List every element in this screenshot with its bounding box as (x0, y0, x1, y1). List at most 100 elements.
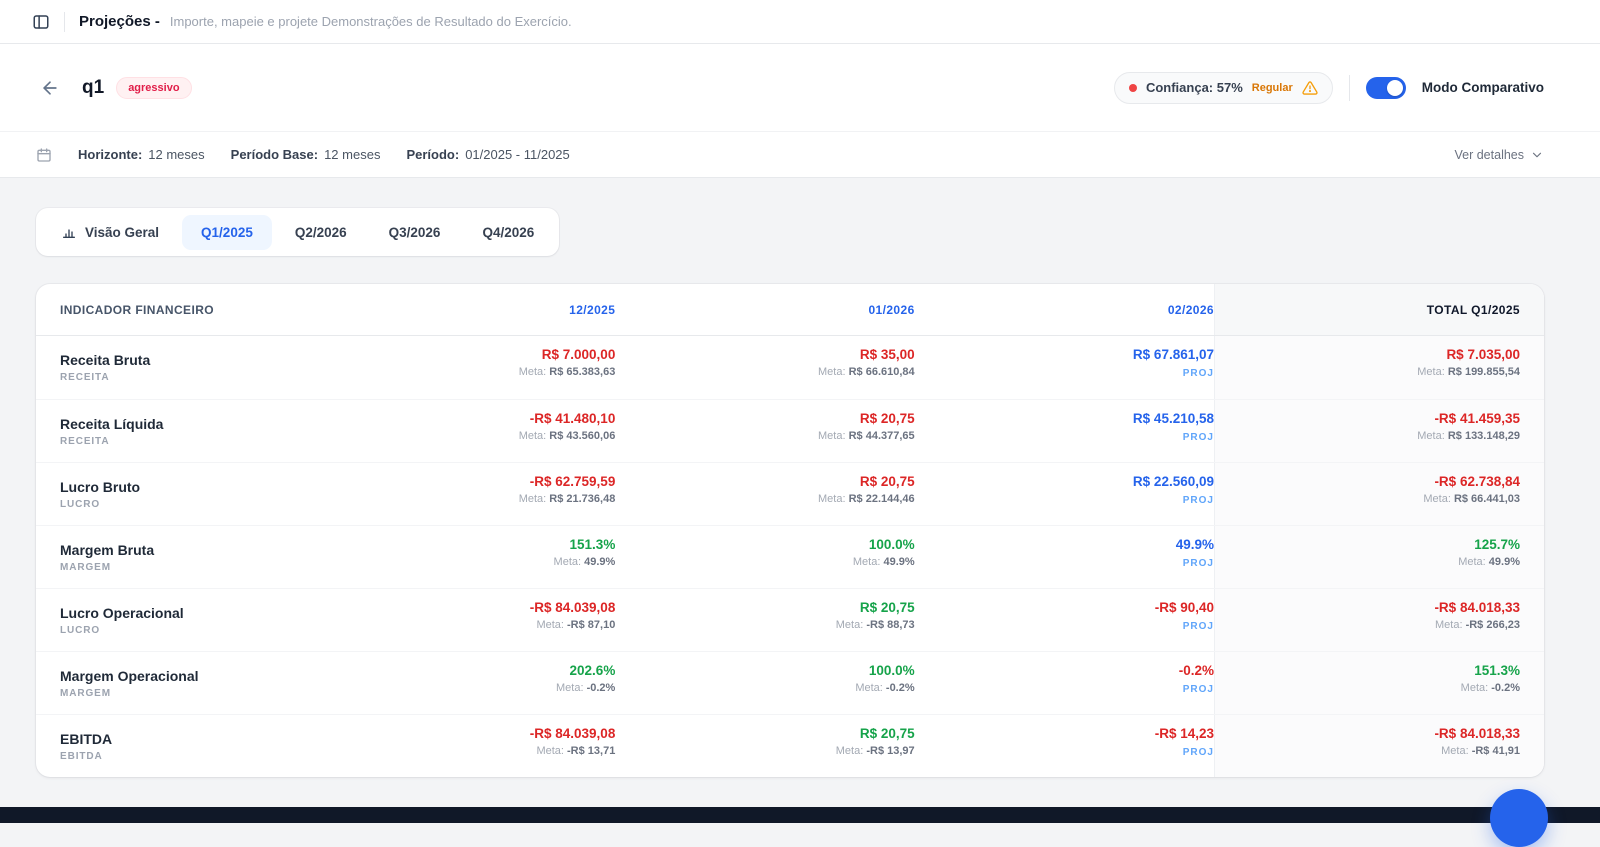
table-row: Receita Líquida RECEITA -R$ 41.480,10 Me… (36, 399, 1544, 462)
meta-value: -R$ 87,10 (567, 619, 615, 631)
meta-value: R$ 66.441,03 (1454, 493, 1520, 505)
meta-line: Meta: R$ 22.144,46 (615, 493, 914, 505)
indicator-name: Margem Operacional (60, 668, 316, 684)
value-cell: R$ 35,00 Meta: R$ 66.610,84 (615, 336, 914, 399)
value-cell: 125.7% Meta: 49.9% (1214, 526, 1544, 588)
tab-q3-2026[interactable]: Q3/2026 (370, 215, 460, 250)
cell-value: R$ 20,75 (615, 600, 914, 615)
page-subtitle: Importe, mapeie e projete Demonstrações … (170, 14, 572, 29)
indicator-cell: Receita Bruta RECEITA (36, 341, 316, 394)
comparative-mode-toggle[interactable] (1366, 77, 1406, 99)
value-cell: -R$ 62.759,59 Meta: R$ 21.736,48 (316, 463, 615, 525)
tab-q2-2026[interactable]: Q2/2026 (276, 215, 366, 250)
meta-value: R$ 133.148,29 (1448, 430, 1520, 442)
meta-line: Meta: 49.9% (615, 556, 914, 568)
column-header-total: TOTAL Q1/2025 (1214, 284, 1544, 335)
proj-badge: PROJ (915, 495, 1214, 506)
cell-value: 100.0% (615, 537, 914, 552)
comparative-mode-label: Modo Comparativo (1422, 80, 1544, 95)
value-cell: 151.3% Meta: 49.9% (316, 526, 615, 588)
cell-value: -R$ 41.480,10 (316, 411, 615, 426)
cell-value: -R$ 14,23 (915, 726, 1214, 741)
cell-value: R$ 20,75 (615, 474, 914, 489)
value-cell: R$ 67.861,07 PROJ (915, 336, 1214, 399)
cell-value: R$ 22.560,09 (915, 474, 1214, 489)
tab-q4-2026[interactable]: Q4/2026 (463, 215, 553, 250)
back-button[interactable] (36, 74, 64, 102)
meta-value: 49.9% (1489, 556, 1520, 568)
meta-label: Meta: (1423, 493, 1451, 505)
value-cell: -R$ 90,40 PROJ (915, 589, 1214, 651)
cell-value: 100.0% (615, 663, 914, 678)
proj-badge: PROJ (915, 558, 1214, 569)
value-cell: -R$ 84.018,33 Meta: -R$ 41,91 (1214, 715, 1544, 777)
proj-badge: PROJ (915, 621, 1214, 632)
details-label: Ver detalhes (1455, 148, 1525, 162)
meta-label: Meta: (1458, 556, 1486, 568)
proj-badge: PROJ (915, 432, 1214, 443)
value-cell: -0.2% PROJ (915, 652, 1214, 714)
meta-label: Meta: (1417, 366, 1445, 378)
indicator-cell: Margem Bruta MARGEM (36, 531, 316, 584)
meta-value: R$ 22.144,46 (849, 493, 915, 505)
meta-value: -R$ 13,97 (866, 745, 914, 757)
table-row: Margem Bruta MARGEM 151.3% Meta: 49.9% 1… (36, 525, 1544, 588)
header-title-group: Projeções - Importe, mapeie e projete De… (79, 13, 572, 30)
meta-value: R$ 43.560,06 (549, 430, 615, 442)
meta-line: Meta: R$ 66.441,03 (1215, 493, 1520, 505)
meta-line: Meta: -0.2% (1215, 682, 1520, 694)
cell-value: -R$ 84.018,33 (1215, 600, 1520, 615)
meta-value: -0.2% (886, 682, 915, 694)
base-period-label: Período Base: (231, 147, 318, 162)
meta-value: R$ 199.855,54 (1448, 366, 1520, 378)
meta-label: Meta: (853, 556, 881, 568)
meta-label: Meta: (836, 745, 864, 757)
projection-table: INDICADOR FINANCEIRO 12/2025 01/2026 02/… (36, 284, 1544, 777)
top-bar: Projeções - Importe, mapeie e projete De… (0, 0, 1600, 44)
value-cell: -R$ 41.480,10 Meta: R$ 43.560,06 (316, 400, 615, 462)
meta-line: Meta: -R$ 88,73 (615, 619, 914, 631)
tab-visao-geral[interactable]: Visão Geral (42, 214, 178, 250)
period-tabs: Visão Geral Q1/2025 Q2/2026 Q3/2026 Q4/2… (36, 208, 559, 256)
indicator-cell: Margem Operacional MARGEM (36, 657, 316, 710)
indicator-name: Lucro Bruto (60, 479, 316, 495)
chevron-down-icon (1530, 148, 1544, 162)
meta-line: Meta: R$ 133.148,29 (1215, 430, 1520, 442)
cell-value: -R$ 84.018,33 (1215, 726, 1520, 741)
base-period-item: Período Base: 12 meses (231, 147, 381, 162)
meta-line: Meta: -R$ 87,10 (316, 619, 615, 631)
tab-label: Q3/2026 (389, 225, 441, 240)
value-cell: R$ 20,75 Meta: -R$ 88,73 (615, 589, 914, 651)
meta-value: -R$ 13,71 (567, 745, 615, 757)
meta-line: Meta: 49.9% (1215, 556, 1520, 568)
indicator-category: LUCRO (60, 499, 316, 510)
meta-line: Meta: R$ 44.377,65 (615, 430, 914, 442)
table-row: Lucro Operacional LUCRO -R$ 84.039,08 Me… (36, 588, 1544, 651)
value-cell: -R$ 84.039,08 Meta: -R$ 13,71 (316, 715, 615, 777)
divider (64, 12, 65, 32)
warning-icon (1302, 80, 1318, 96)
meta-line: Meta: R$ 199.855,54 (1215, 366, 1520, 378)
arrow-left-icon (40, 78, 60, 98)
cell-value: -R$ 90,40 (915, 600, 1214, 615)
tab-q1-2025[interactable]: Q1/2025 (182, 215, 272, 250)
proj-badge: PROJ (915, 368, 1214, 379)
sidebar-toggle-icon[interactable] (32, 13, 50, 31)
meta-label: Meta: (519, 493, 547, 505)
meta-line: Meta: -R$ 13,71 (316, 745, 615, 757)
indicator-name: Receita Líquida (60, 416, 316, 432)
confidence-dot-icon (1129, 84, 1137, 92)
details-button[interactable]: Ver detalhes (1455, 148, 1545, 162)
table-row: Receita Bruta RECEITA R$ 7.000,00 Meta: … (36, 336, 1544, 399)
proj-badge: PROJ (915, 747, 1214, 758)
tab-label: Visão Geral (85, 225, 159, 240)
horizon-value: 12 meses (148, 147, 204, 162)
table-body: Receita Bruta RECEITA R$ 7.000,00 Meta: … (36, 336, 1544, 777)
value-cell: 202.6% Meta: -0.2% (316, 652, 615, 714)
fab-button[interactable] (1490, 789, 1548, 847)
bottom-bar (0, 807, 1600, 823)
meta-line: Meta: R$ 66.610,84 (615, 366, 914, 378)
meta-label: Meta: (536, 619, 564, 631)
table-row: Margem Operacional MARGEM 202.6% Meta: -… (36, 651, 1544, 714)
indicator-cell: Lucro Bruto LUCRO (36, 468, 316, 521)
